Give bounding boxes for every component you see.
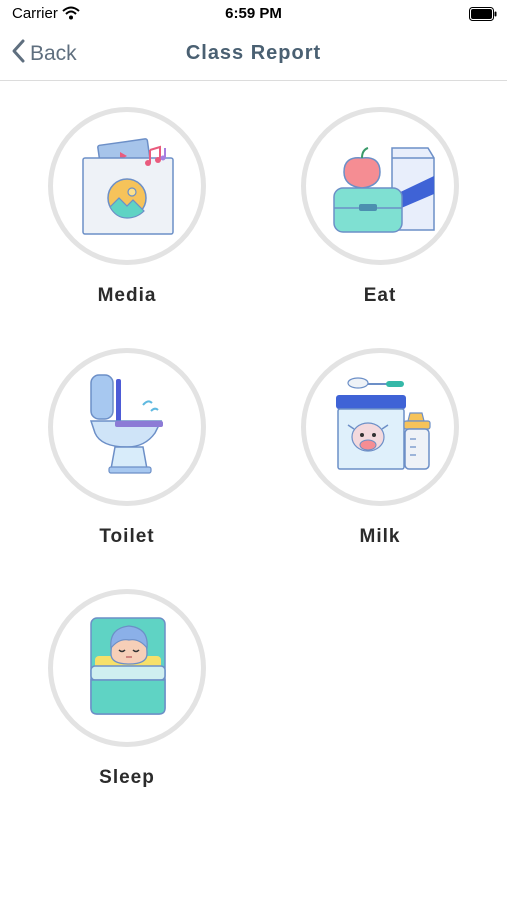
sleeping-baby-icon [90,617,166,715]
tile-label: Eat [363,285,397,306]
toilet-icon [89,374,163,474]
tile-media[interactable]: Media [17,107,237,307]
tile-circle [48,107,206,265]
milk-formula-icon [336,377,431,470]
status-time: 6:59 PM [225,5,282,22]
tile-circle [301,107,459,265]
tile-label: Media [97,285,157,306]
media-folder-icon [82,138,174,235]
tile-circle [48,589,206,747]
lunch-box-icon [333,147,435,233]
tile-circle [301,348,459,506]
status-bar: Carrier 6:59 PM [0,0,507,30]
tile-label: Sleep [99,767,155,788]
page-title: Class Report [185,42,322,64]
navigation-bar: Back Class Report [0,30,507,81]
tile-toilet[interactable]: Toilet [17,348,237,548]
tile-eat[interactable]: Eat [270,107,490,307]
battery-icon [469,7,497,26]
tile-circle [48,348,206,506]
tile-label: Milk [359,526,401,547]
tile-milk[interactable]: Milk [270,348,490,548]
tile-sleep[interactable]: Sleep [17,589,237,789]
tile-label: Toilet [99,526,155,547]
